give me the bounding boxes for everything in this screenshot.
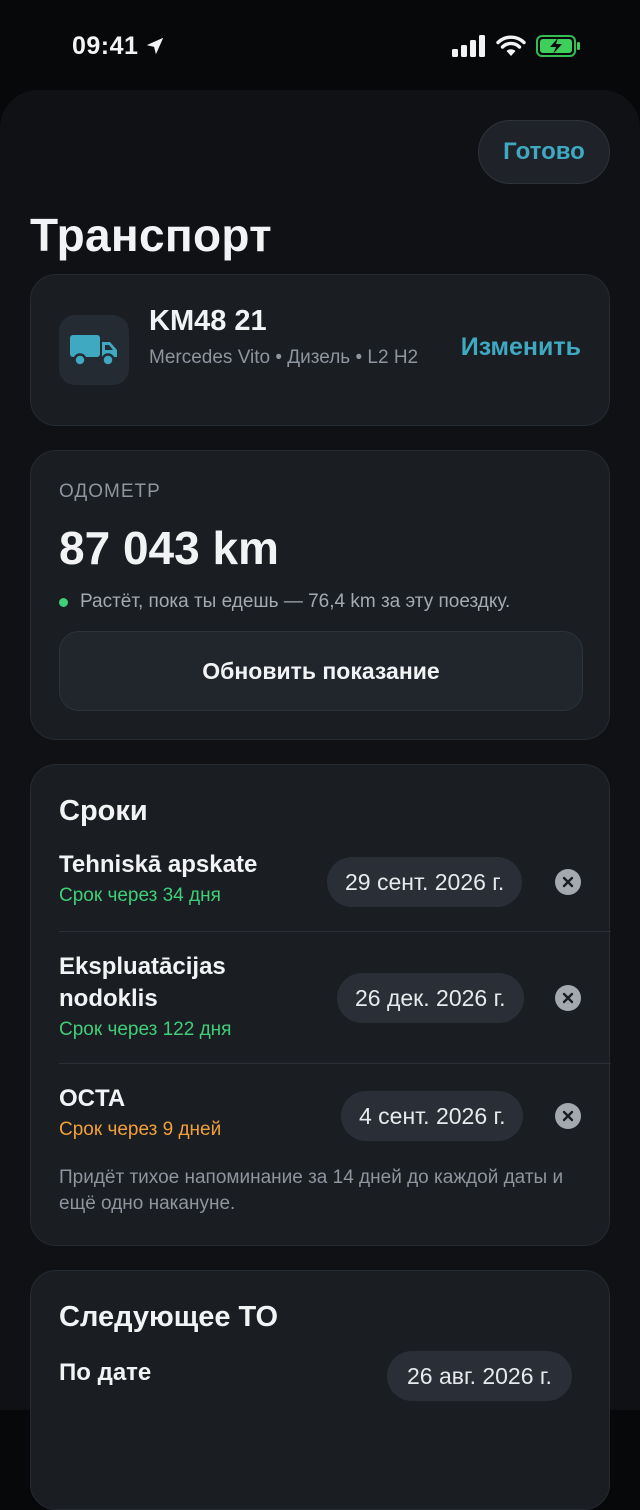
clear-date-icon[interactable] [555,869,581,895]
deadline-date-pill[interactable]: 26 дек. 2026 г. [337,973,524,1023]
odometer-note: Растёт, пока ты едешь — 76,4 km за эту п… [59,591,510,613]
deadline-due: Срок через 122 дня [59,1019,232,1040]
deadline-row[interactable]: Ekspluatācijas nodoklis Срок через 122 д… [59,951,319,1041]
odometer-value: 87 043 km [59,522,279,574]
page-title: Транспорт [30,209,272,261]
clear-date-icon[interactable] [555,985,581,1011]
deadline-name: Ekspluatācijas nodoklis [59,953,226,1012]
edit-vehicle-button[interactable]: Изменить [461,333,581,362]
reminder-note: Придёт тихое напоминание за 14 дней до к… [59,1167,564,1214]
battery-charging-icon [536,35,580,57]
service-by-date-label: По дате [59,1359,152,1386]
vehicle-card: KM48 21 Mercedes Vito • Дизель • L2 H2 И… [30,274,610,426]
divider [59,1063,611,1064]
deadline-date-pill[interactable]: 29 сент. 2026 г. [327,857,523,907]
transport-sheet: Готово Транспорт KM48 21 Mercedes Vito •… [0,90,640,1510]
next-service-title: Следующее ТО [59,1301,279,1333]
done-button[interactable]: Готово [478,120,610,184]
clear-date-icon[interactable] [555,1103,581,1129]
wifi-icon [496,35,526,56]
location-arrow-icon [147,37,164,55]
vehicle-plate: KM48 21 [149,305,267,337]
live-indicator-dot [59,597,68,607]
status-bar: 09:41 [0,0,640,92]
deadlines-card: Сроки Tehniskā apskate Срок через 34 дня… [30,764,611,1246]
status-time-text: 09:41 [72,31,139,60]
status-time: 09:41 [72,32,166,61]
deadline-date-pill[interactable]: 4 сент. 2026 г. [341,1091,524,1141]
truck-icon-tile [59,315,129,385]
odometer-card: ОДОМЕТР 87 043 km Растёт, пока ты едешь … [30,450,610,740]
next-service-card: Следующее ТО По дате 26 авг. 2026 г. [30,1270,610,1510]
odometer-note-text: Растёт, пока ты едешь — 76,4 km за эту п… [80,591,511,612]
cellular-signal-icon [452,35,485,57]
service-date-pill[interactable]: 26 авг. 2026 г. [387,1351,572,1401]
update-reading-button[interactable]: Обновить показание [59,631,583,711]
vehicle-description: Mercedes Vito • Дизель • L2 H2 [149,347,419,368]
odometer-kicker: ОДОМЕТР [59,481,161,502]
truck-icon [70,335,117,367]
deadlines-title: Сроки [59,795,148,827]
status-icons [452,35,582,57]
divider [59,931,611,932]
